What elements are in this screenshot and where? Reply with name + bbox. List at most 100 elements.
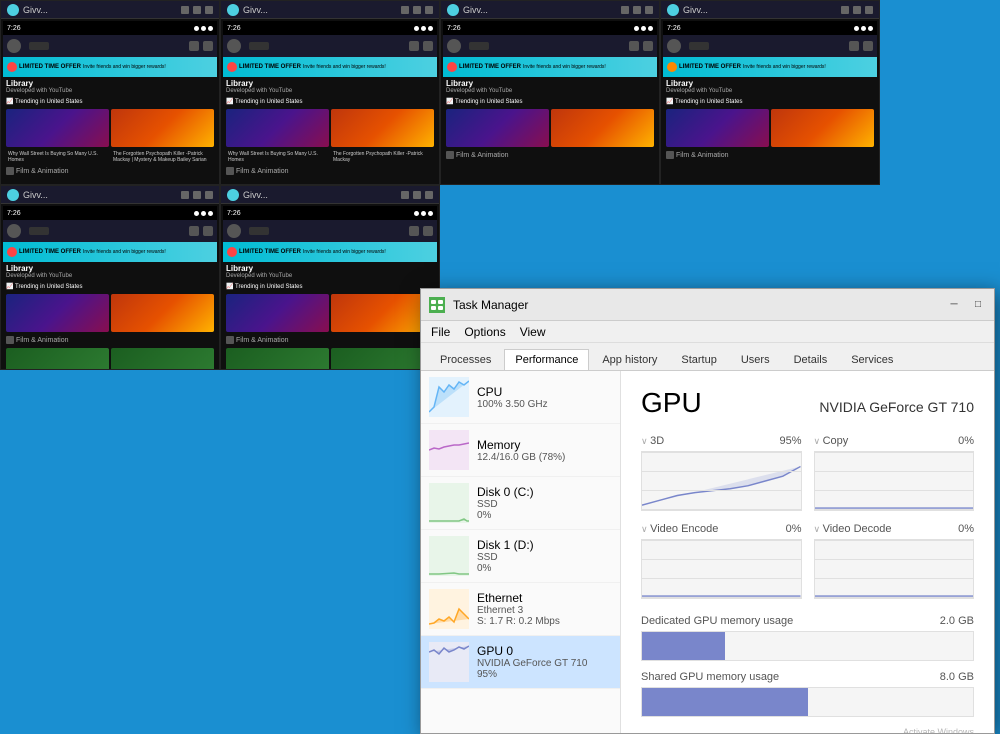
gpu0-item[interactable]: GPU 0 NVIDIA GeForce GT 710 95% bbox=[421, 636, 620, 689]
video-thumb-12 bbox=[331, 294, 434, 332]
gpu-dedicated-memory-bar bbox=[641, 631, 974, 661]
video-grid bbox=[3, 107, 217, 149]
task-manager-tabs: Processes Performance App history Startu… bbox=[421, 343, 994, 371]
offer-banner-6: LIMITED TIME OFFER Invite friends and wi… bbox=[223, 242, 437, 262]
gpu-copy-header: ∨ Copy 0% bbox=[814, 435, 975, 447]
grid-line-d bbox=[815, 597, 974, 598]
video-thumb-9 bbox=[6, 294, 109, 332]
view-menu[interactable]: View bbox=[514, 323, 552, 341]
app-tile-5: Givv... 7:26 bbox=[0, 185, 220, 370]
task-manager-titlebar: Task Manager ─ □ bbox=[421, 289, 994, 321]
app-nav-2 bbox=[223, 35, 437, 57]
file-menu[interactable]: File bbox=[425, 323, 456, 341]
gpu-copy-value: 0% bbox=[958, 435, 974, 447]
disk0-sparkline bbox=[429, 483, 469, 523]
status-icons-3 bbox=[634, 26, 653, 31]
nav-icon-9 bbox=[189, 226, 199, 236]
thumb-11 bbox=[226, 294, 329, 332]
signal-icon bbox=[194, 26, 199, 31]
tab-processes[interactable]: Processes bbox=[429, 349, 502, 370]
tile-close-6 bbox=[425, 191, 433, 199]
section-label: Film & Animation bbox=[3, 165, 217, 177]
nav-item-3 bbox=[469, 42, 489, 50]
video-thumb-10 bbox=[111, 294, 214, 332]
app-tile-2: Givv... 7:26 bbox=[220, 0, 440, 185]
tile-3-header: Givv... bbox=[441, 1, 659, 19]
tab-users[interactable]: Users bbox=[730, 349, 781, 370]
nav-icon-10 bbox=[203, 226, 213, 236]
ethernet-label: Ethernet bbox=[477, 591, 612, 605]
cpu-label: CPU bbox=[477, 385, 612, 399]
memory-chart bbox=[429, 430, 469, 470]
gpu0-sparkline bbox=[429, 642, 469, 682]
tile-5-body: 7:26 LIMITED TIME OFFER Invite friends a… bbox=[1, 204, 219, 369]
offer-sub-4: Invite friends and win bigger rewards! bbox=[743, 64, 826, 70]
disk1-label: Disk 1 (D:) bbox=[477, 538, 612, 552]
nav-item-5 bbox=[29, 227, 49, 235]
video-title-3: Why Wall Street Is Buying So Many U.S. H… bbox=[226, 151, 329, 163]
gpu-encode-header: ∨ Video Encode 0% bbox=[641, 523, 802, 535]
disk0-value: 0% bbox=[477, 510, 612, 521]
tile-min-5 bbox=[181, 191, 189, 199]
thumb-9 bbox=[6, 294, 109, 332]
library-section-5: Library Developed with YouTube bbox=[3, 262, 217, 281]
tile-2-header: Givv... bbox=[221, 1, 439, 19]
video-grid-2 bbox=[223, 107, 437, 149]
disk0-chart bbox=[429, 483, 469, 523]
app-tile-4: Givv... 7:26 bbox=[660, 0, 880, 185]
cpu-detail: 100% 3.50 GHz bbox=[477, 399, 612, 410]
section-label-3: Film & Animation bbox=[443, 149, 657, 161]
tab-details[interactable]: Details bbox=[783, 349, 839, 370]
cpu-item[interactable]: CPU 100% 3.50 GHz bbox=[421, 371, 620, 424]
thumb-3 bbox=[226, 109, 329, 147]
minimize-button[interactable]: ─ bbox=[946, 297, 962, 313]
status-icons-2 bbox=[414, 26, 433, 31]
status-icons-5 bbox=[194, 211, 213, 216]
status-bar: 7:26 bbox=[3, 21, 217, 35]
grid-line-c bbox=[815, 452, 974, 453]
gpu-encode-chart bbox=[641, 539, 802, 599]
library-title-5: Library bbox=[6, 264, 214, 273]
tab-services[interactable]: Services bbox=[840, 349, 904, 370]
tile-close-3 bbox=[645, 6, 653, 14]
gpu-shared-memory-section: Shared GPU memory usage 8.0 GB Activate … bbox=[641, 671, 974, 733]
trending-label-4: 📈 Trending in United States bbox=[663, 96, 877, 107]
tab-app-history[interactable]: App history bbox=[591, 349, 668, 370]
tile-4-header: Givv... bbox=[661, 1, 879, 19]
offer-icon bbox=[7, 62, 17, 72]
tile-min-6 bbox=[401, 191, 409, 199]
app-tile-1: Givv... 7:26 bbox=[0, 0, 220, 185]
disk1-detail: SSD bbox=[477, 552, 612, 563]
s2-bat bbox=[428, 26, 433, 31]
watermark-text: Activate Windows bbox=[641, 727, 974, 733]
thumb-img-1 bbox=[6, 109, 109, 147]
options-menu[interactable]: Options bbox=[458, 323, 511, 341]
ethernet-item[interactable]: Ethernet Ethernet 3 S: 1.7 R: 0.2 Mbps bbox=[421, 583, 620, 636]
offer-banner-3: LIMITED TIME OFFER Invite friends and wi… bbox=[443, 57, 657, 77]
library-sub-4: Developed with YouTube bbox=[666, 88, 874, 94]
tile-icon-2 bbox=[227, 4, 239, 16]
offer-sub: Invite friends and win bigger rewards! bbox=[83, 64, 166, 70]
app-nav-3 bbox=[443, 35, 657, 57]
tile-2-body: 7:26 LIMITED TIME OFFER Invite friends a… bbox=[221, 19, 439, 184]
disk0-item[interactable]: Disk 0 (C:) SSD 0% bbox=[421, 477, 620, 530]
disk1-item[interactable]: Disk 1 (D:) SSD 0% bbox=[421, 530, 620, 583]
video-title-4: The Forgotten Psychopath Killer -Patrick… bbox=[331, 151, 434, 163]
library-title-2: Library bbox=[226, 79, 434, 88]
tile-min-3 bbox=[621, 6, 629, 14]
s6-sig bbox=[414, 211, 419, 216]
grid-line-c bbox=[815, 471, 974, 472]
gpu-shared-memory-fill bbox=[642, 688, 808, 716]
film-icon-2 bbox=[226, 167, 234, 175]
time-6: 7:26 bbox=[227, 210, 241, 217]
maximize-button[interactable]: □ bbox=[970, 297, 986, 313]
tile-icon bbox=[7, 4, 19, 16]
tab-startup[interactable]: Startup bbox=[670, 349, 727, 370]
s4-bat bbox=[868, 26, 873, 31]
offer-sub-2: Invite friends and win bigger rewards! bbox=[303, 64, 386, 70]
ethernet-detail: Ethernet 3 bbox=[477, 605, 612, 616]
memory-detail: 12.4/16.0 GB (78%) bbox=[477, 452, 612, 463]
memory-item[interactable]: Memory 12.4/16.0 GB (78%) bbox=[421, 424, 620, 477]
tab-performance[interactable]: Performance bbox=[504, 349, 589, 370]
disk0-info: Disk 0 (C:) SSD 0% bbox=[477, 485, 612, 521]
